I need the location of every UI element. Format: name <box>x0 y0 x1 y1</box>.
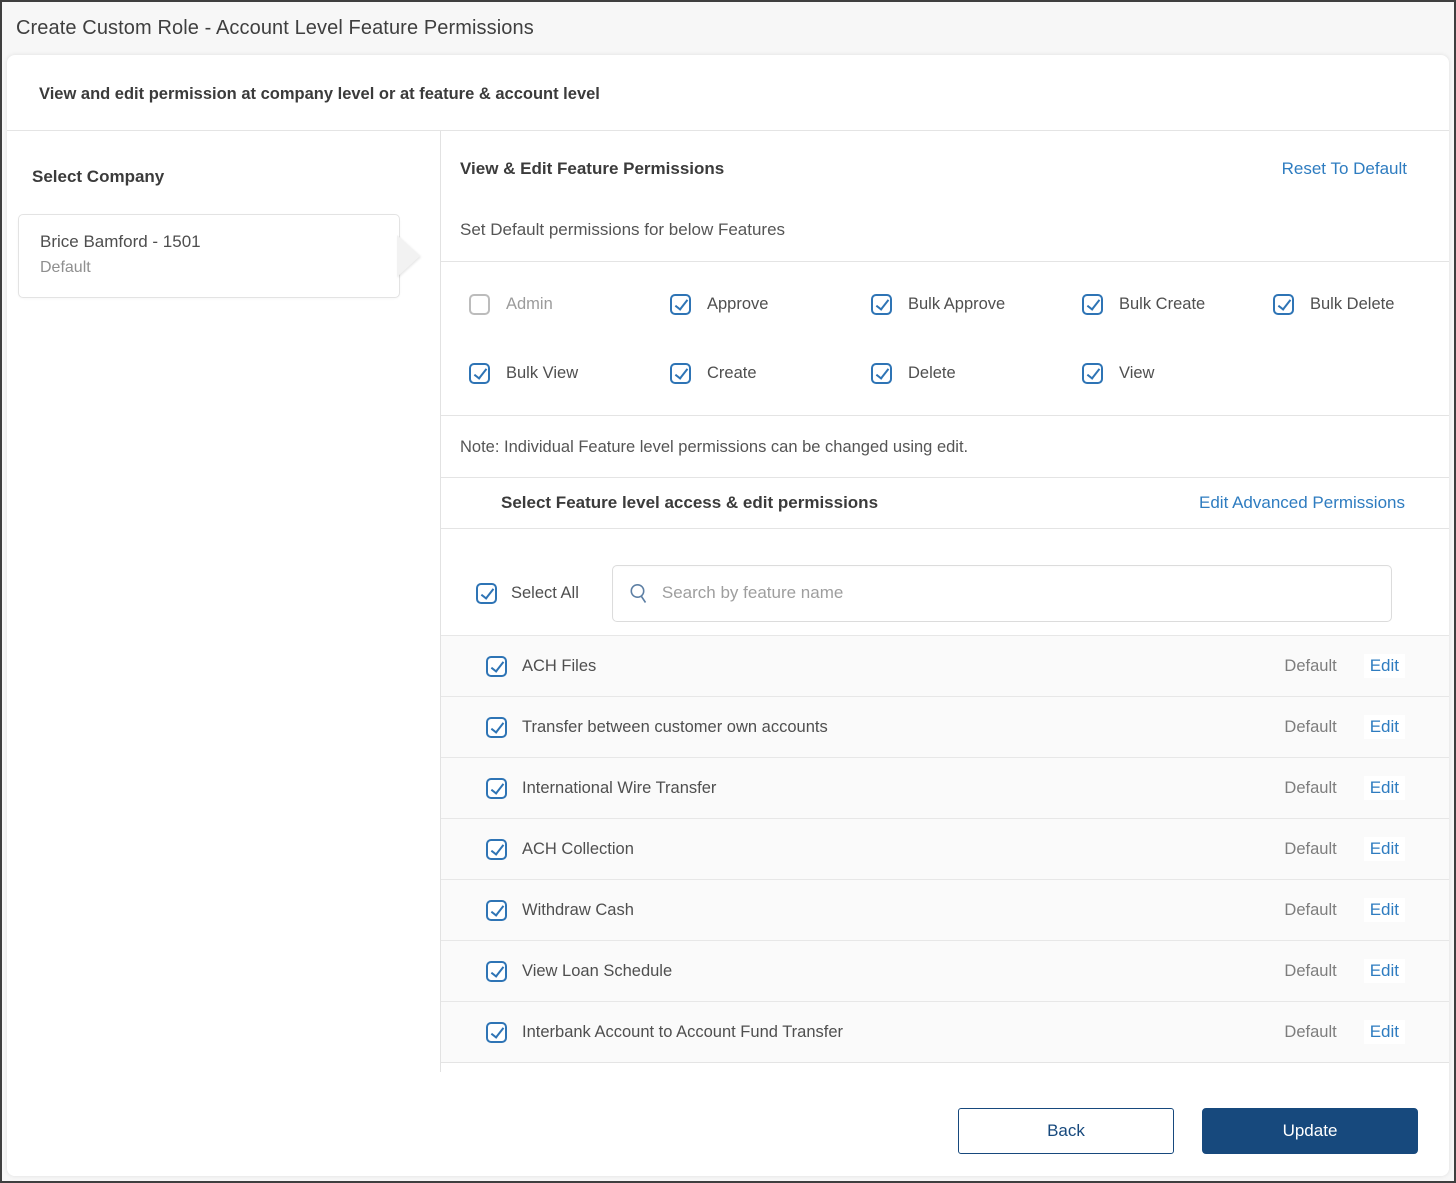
permission-label: Bulk View <box>506 364 579 382</box>
panels: Select Company Brice Bamford - 1501 Defa… <box>7 131 1449 1072</box>
feature-edit-link[interactable]: Edit <box>1363 837 1405 861</box>
feature-checkbox[interactable] <box>486 838 507 860</box>
feature-checkbox[interactable] <box>486 1021 507 1043</box>
bulk-create-checkbox[interactable] <box>1082 294 1103 315</box>
feature-status: Default <box>1284 717 1337 736</box>
permission-item-bulk-view: Bulk View <box>469 363 670 384</box>
permission-label: Bulk Delete <box>1310 295 1395 313</box>
permission-item-approve: Approve <box>670 294 871 315</box>
footer: Back Update <box>7 1072 1449 1176</box>
bulk-approve-checkbox[interactable] <box>871 294 892 315</box>
permission-label: Admin <box>506 295 553 313</box>
feature-name: International Wire Transfer <box>522 778 717 797</box>
feature-row-ach-files: ACH Files Default Edit <box>441 635 1449 696</box>
update-button[interactable]: Update <box>1202 1108 1418 1154</box>
permission-item-delete: Delete <box>871 363 1082 384</box>
feature-status: Default <box>1284 961 1337 980</box>
company-role: Default <box>40 259 91 276</box>
chevron-right-icon <box>397 235 420 277</box>
feature-checkbox[interactable] <box>486 655 507 677</box>
feature-list: ACH Files Default Edit Transfer between … <box>441 635 1449 1063</box>
feature-checkbox[interactable] <box>486 716 507 738</box>
feature-row-interbank-transfer: Interbank Account to Account Fund Transf… <box>441 1001 1449 1062</box>
feature-edit-link[interactable]: Edit <box>1363 715 1405 739</box>
admin-checkbox[interactable] <box>469 294 490 315</box>
feature-checkbox[interactable] <box>486 777 507 799</box>
permission-item-bulk-create: Bulk Create <box>1082 294 1273 315</box>
feature-checkbox[interactable] <box>486 960 507 982</box>
feature-name: Interbank Account to Account Fund Transf… <box>522 1022 844 1041</box>
feature-access-subheader: Select Feature level access & edit permi… <box>441 478 1449 529</box>
permission-label: Create <box>707 364 757 382</box>
feature-edit-link[interactable]: Edit <box>1363 654 1405 678</box>
feature-status: Default <box>1284 900 1337 919</box>
back-button[interactable]: Back <box>958 1108 1174 1154</box>
feature-edit-link[interactable]: Edit <box>1363 776 1405 800</box>
search-row: Select All <box>441 529 1449 635</box>
bulk-view-checkbox[interactable] <box>469 363 490 384</box>
default-permissions-box: Admin Approve Bulk Approve Bulk Create B… <box>441 261 1449 416</box>
feature-name: View Loan Schedule <box>522 961 673 980</box>
feature-row-transfer-own-accounts: Transfer between customer own accounts D… <box>441 696 1449 757</box>
permission-item-admin: Admin <box>469 294 670 315</box>
feature-permissions-header: View & Edit Feature Permissions Reset To… <box>441 131 1449 179</box>
permission-label: Delete <box>908 364 956 382</box>
permission-item-create: Create <box>670 363 871 384</box>
search-icon <box>630 583 647 603</box>
permission-item-view: View <box>1082 363 1273 384</box>
reset-to-default-link[interactable]: Reset To Default <box>1282 159 1407 179</box>
search-box <box>611 564 1392 622</box>
set-default-label: Set Default permissions for below Featur… <box>460 220 786 239</box>
select-company-panel: Select Company Brice Bamford - 1501 Defa… <box>7 131 440 1072</box>
company-name: Brice Bamford - 1501 <box>40 232 201 251</box>
feature-edit-link[interactable]: Edit <box>1363 959 1405 983</box>
create-custom-role-window: Create Custom Role - Account Level Featu… <box>0 0 1456 1183</box>
approve-checkbox[interactable] <box>670 294 691 315</box>
page-title: Create Custom Role - Account Level Featu… <box>16 17 534 39</box>
delete-checkbox[interactable] <box>871 363 892 384</box>
select-all-checkbox[interactable] <box>476 582 497 604</box>
note-text: Note: Individual Feature level permissio… <box>441 416 1449 478</box>
feature-name: ACH Files <box>522 656 597 675</box>
search-input[interactable] <box>661 583 1375 603</box>
feature-status: Default <box>1284 839 1337 858</box>
select-all-label: Select All <box>511 583 579 602</box>
feature-status: Default <box>1284 778 1337 797</box>
create-checkbox[interactable] <box>670 363 691 384</box>
feature-status: Default <box>1284 1022 1337 1041</box>
feature-row-view-loan-schedule: View Loan Schedule Default Edit <box>441 940 1449 1001</box>
company-card[interactable]: Brice Bamford - 1501 Default <box>18 214 420 298</box>
feature-access-heading: Select Feature level access & edit permi… <box>501 493 879 512</box>
feature-row-international-wire: International Wire Transfer Default Edit <box>441 757 1449 818</box>
bulk-delete-checkbox[interactable] <box>1273 294 1294 315</box>
feature-name: Withdraw Cash <box>522 900 634 919</box>
feature-name: ACH Collection <box>522 839 634 858</box>
card-header: View and edit permission at company leve… <box>7 55 1449 131</box>
feature-status: Default <box>1284 656 1337 675</box>
feature-checkbox[interactable] <box>486 899 507 921</box>
feature-edit-link[interactable]: Edit <box>1363 1020 1405 1044</box>
main-card: View and edit permission at company leve… <box>7 55 1449 1176</box>
permission-item-bulk-approve: Bulk Approve <box>871 294 1082 315</box>
feature-name: Transfer between customer own accounts <box>522 717 828 736</box>
permission-label: Approve <box>707 295 769 313</box>
permission-label: Bulk Create <box>1119 295 1206 313</box>
feature-edit-link[interactable]: Edit <box>1363 898 1405 922</box>
edit-advanced-permissions-link[interactable]: Edit Advanced Permissions <box>1199 493 1405 513</box>
permission-label: View <box>1119 364 1155 382</box>
default-permissions-grid: Admin Approve Bulk Approve Bulk Create B… <box>469 294 1449 384</box>
feature-permissions-heading: View & Edit Feature Permissions <box>460 159 725 178</box>
select-company-heading: Select Company <box>32 167 165 186</box>
feature-row-ach-collection: ACH Collection Default Edit <box>441 818 1449 879</box>
feature-row-withdraw-cash: Withdraw Cash Default Edit <box>441 879 1449 940</box>
intro-subtitle: View and edit permission at company leve… <box>39 85 600 103</box>
titlebar: Create Custom Role - Account Level Featu… <box>2 2 1454 55</box>
permission-label: Bulk Approve <box>908 295 1006 313</box>
feature-permissions-panel: View & Edit Feature Permissions Reset To… <box>440 131 1449 1072</box>
view-checkbox[interactable] <box>1082 363 1103 384</box>
permission-item-bulk-delete: Bulk Delete <box>1273 294 1449 315</box>
select-all: Select All <box>476 582 579 604</box>
